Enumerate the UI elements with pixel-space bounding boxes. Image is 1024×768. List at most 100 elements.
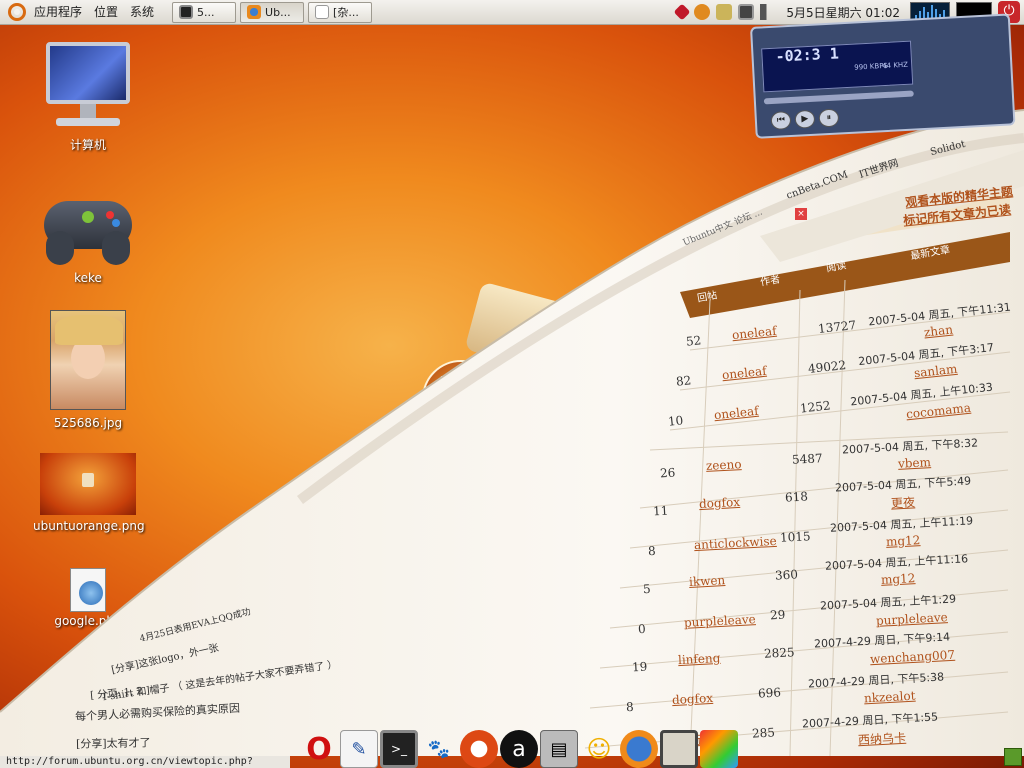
- tab-label: Ubuntu中文 论坛 ...: [681, 207, 765, 249]
- user-icon[interactable]: [694, 4, 711, 20]
- topic-title[interactable]: [分享]太有才了: [76, 734, 151, 751]
- dock: O ✎ >_ 🐾 a ▤ ☺: [300, 728, 738, 768]
- folder-graphic: [464, 281, 570, 373]
- gimp-icon[interactable]: 🐾: [420, 730, 458, 768]
- monitor-icon[interactable]: [738, 4, 755, 20]
- row-author-link[interactable]: oneleaf: [731, 324, 777, 343]
- bookmark-solidot[interactable]: Solidot: [929, 139, 966, 158]
- firefox-icon[interactable]: [620, 730, 658, 768]
- topic-title[interactable]: [分享]这张logo，外一张: [110, 639, 219, 677]
- topic-title[interactable]: 4月25日表用EVA上QQ成功: [138, 604, 252, 644]
- ubuntu-icon[interactable]: [460, 730, 498, 768]
- volume-icon[interactable]: [760, 4, 777, 20]
- writer-icon[interactable]: ✎: [340, 730, 378, 768]
- row-author-link[interactable]: purpleleave: [684, 612, 756, 630]
- row-views: 13727: [817, 318, 857, 336]
- notes-icon[interactable]: [716, 4, 733, 20]
- opera-icon[interactable]: O: [300, 730, 338, 768]
- terminal-icon: [179, 5, 194, 19]
- desktop-icon-photo[interactable]: 525686.jpg: [33, 310, 143, 430]
- row-author-link[interactable]: oneleaf: [713, 404, 759, 423]
- clock[interactable]: 5月5日星期六 01:02: [782, 4, 904, 21]
- taskbar-button-firefox[interactable]: Ub...: [240, 1, 305, 23]
- col-header-replies[interactable]: 回帖: [696, 286, 719, 304]
- ubuntu-menu-icon[interactable]: [8, 3, 26, 21]
- row-views: 360: [774, 567, 799, 583]
- row-last-poster[interactable]: zhan: [923, 323, 953, 340]
- computer-icon: [42, 42, 134, 130]
- row-author-link[interactable]: dogfox: [672, 691, 714, 707]
- download-status-icon[interactable]: [1004, 748, 1022, 766]
- row-last-poster[interactable]: vbem: [898, 455, 932, 471]
- row-author-link[interactable]: anticlockwise: [694, 534, 777, 552]
- play-button[interactable]: ▶: [794, 109, 816, 129]
- row-replies: 11: [652, 503, 669, 519]
- taskbar-button-terminal[interactable]: 5...: [172, 1, 237, 23]
- row-last-poster[interactable]: wenchang007: [870, 648, 956, 666]
- desktop-icon-label: 计算机: [69, 138, 106, 152]
- col-header-views[interactable]: 阅读: [825, 256, 848, 274]
- desktop-icon-wallpaper[interactable]: ubuntuorange.png: [33, 453, 145, 533]
- row-last-poster[interactable]: mg12: [886, 533, 921, 549]
- topic-title-text: [分享]太有才了: [75, 736, 151, 751]
- desktop-icon-label: 525686.jpg: [53, 416, 123, 430]
- topic-title-text: 4月25日表用EVA上QQ成功: [138, 607, 252, 645]
- row-replies: 52: [685, 333, 702, 349]
- row-date: 2007-5-04 周五, 上午11:19: [829, 514, 974, 535]
- xmms-khz: 44 KHZ: [882, 60, 909, 71]
- row-date: 2007-4-29 周日, 下午5:38: [807, 670, 945, 691]
- previous-button[interactable]: ⏮: [770, 110, 792, 131]
- row-last-poster[interactable]: 西纳乌卡: [858, 729, 907, 748]
- xmms-seek-bar[interactable]: [763, 90, 914, 105]
- row-last-poster[interactable]: 更夜: [891, 493, 916, 511]
- menu-places[interactable]: 位置: [88, 0, 124, 25]
- row-last-poster[interactable]: mg12: [881, 571, 916, 587]
- row-author-link[interactable]: dogfox: [699, 495, 741, 511]
- row-replies: 10: [667, 413, 684, 429]
- ruby-icon[interactable]: [673, 3, 691, 21]
- row-views: 1015: [779, 529, 811, 545]
- badge-text: ubuntu: [440, 372, 480, 385]
- row-date: 2007-5-04 周五, 下午5:49: [834, 474, 972, 495]
- bookmark-cnbeta[interactable]: cnBeta.COM: [785, 169, 849, 201]
- terminal-icon[interactable]: >_: [380, 730, 418, 768]
- pause-button[interactable]: ⏸: [818, 108, 840, 128]
- row-last-poster[interactable]: purpleleave: [876, 610, 948, 628]
- desktop-icon-label: google.php: [54, 614, 122, 628]
- row-date: 2007-5-04 周五, 上午11:16: [824, 552, 969, 573]
- amarok-icon[interactable]: a: [500, 730, 538, 768]
- xmms-player[interactable]: -02:3 1 990 KBPS 44 KHZ ⏮ ▶ ⏸: [750, 13, 1016, 139]
- task-label: 5...: [197, 5, 215, 19]
- bookmark-itworld[interactable]: IT世界网: [857, 154, 900, 181]
- row-views: 1252: [799, 398, 832, 416]
- row-author-link[interactable]: ikwen: [689, 573, 726, 589]
- row-views: 5487: [791, 451, 823, 467]
- paint-icon[interactable]: [700, 730, 738, 768]
- col-header-latest[interactable]: 最新文章: [909, 241, 951, 263]
- menu-system[interactable]: 系统: [124, 0, 160, 25]
- row-last-poster[interactable]: nkzealot: [864, 689, 916, 706]
- row-date: 2007-4-29 周日, 下午1:55: [801, 710, 939, 731]
- close-tab-icon[interactable]: ×: [795, 208, 807, 220]
- desktop-icon-keke[interactable]: keke: [33, 185, 143, 285]
- desktop-icon-php[interactable]: google.php: [33, 568, 143, 628]
- taskbar-button-document[interactable]: [杂...: [308, 1, 373, 23]
- row-views: 285: [751, 725, 776, 741]
- row-views: 49022: [807, 358, 847, 376]
- row-last-poster[interactable]: cocomama: [905, 401, 971, 422]
- desktop-icon-computer[interactable]: 计算机: [33, 42, 143, 153]
- topic-title[interactable]: 每个男人必需购买保险的真实原因: [75, 700, 241, 725]
- tab-forum[interactable]: Ubuntu中文 论坛 ...: [681, 205, 765, 249]
- menu-applications[interactable]: 应用程序: [28, 0, 88, 25]
- archive-icon[interactable]: ▤: [540, 730, 578, 768]
- row-author-link[interactable]: zeeno: [706, 457, 742, 473]
- topic-title-text: 每个男人必需购买保险的真实原因: [74, 701, 241, 724]
- row-author-link[interactable]: linfeng: [678, 651, 721, 667]
- task-label: Ub...: [265, 5, 291, 19]
- row-last-poster[interactable]: sanlam: [913, 362, 958, 380]
- row-author-link[interactable]: oneleaf: [721, 364, 767, 383]
- monitor-icon[interactable]: [660, 730, 698, 768]
- topic-pagination[interactable]: [ 分页: 1, 2 ]: [89, 681, 151, 701]
- pidgin-icon[interactable]: ☺: [580, 730, 618, 768]
- col-header-author[interactable]: 作者: [759, 270, 782, 288]
